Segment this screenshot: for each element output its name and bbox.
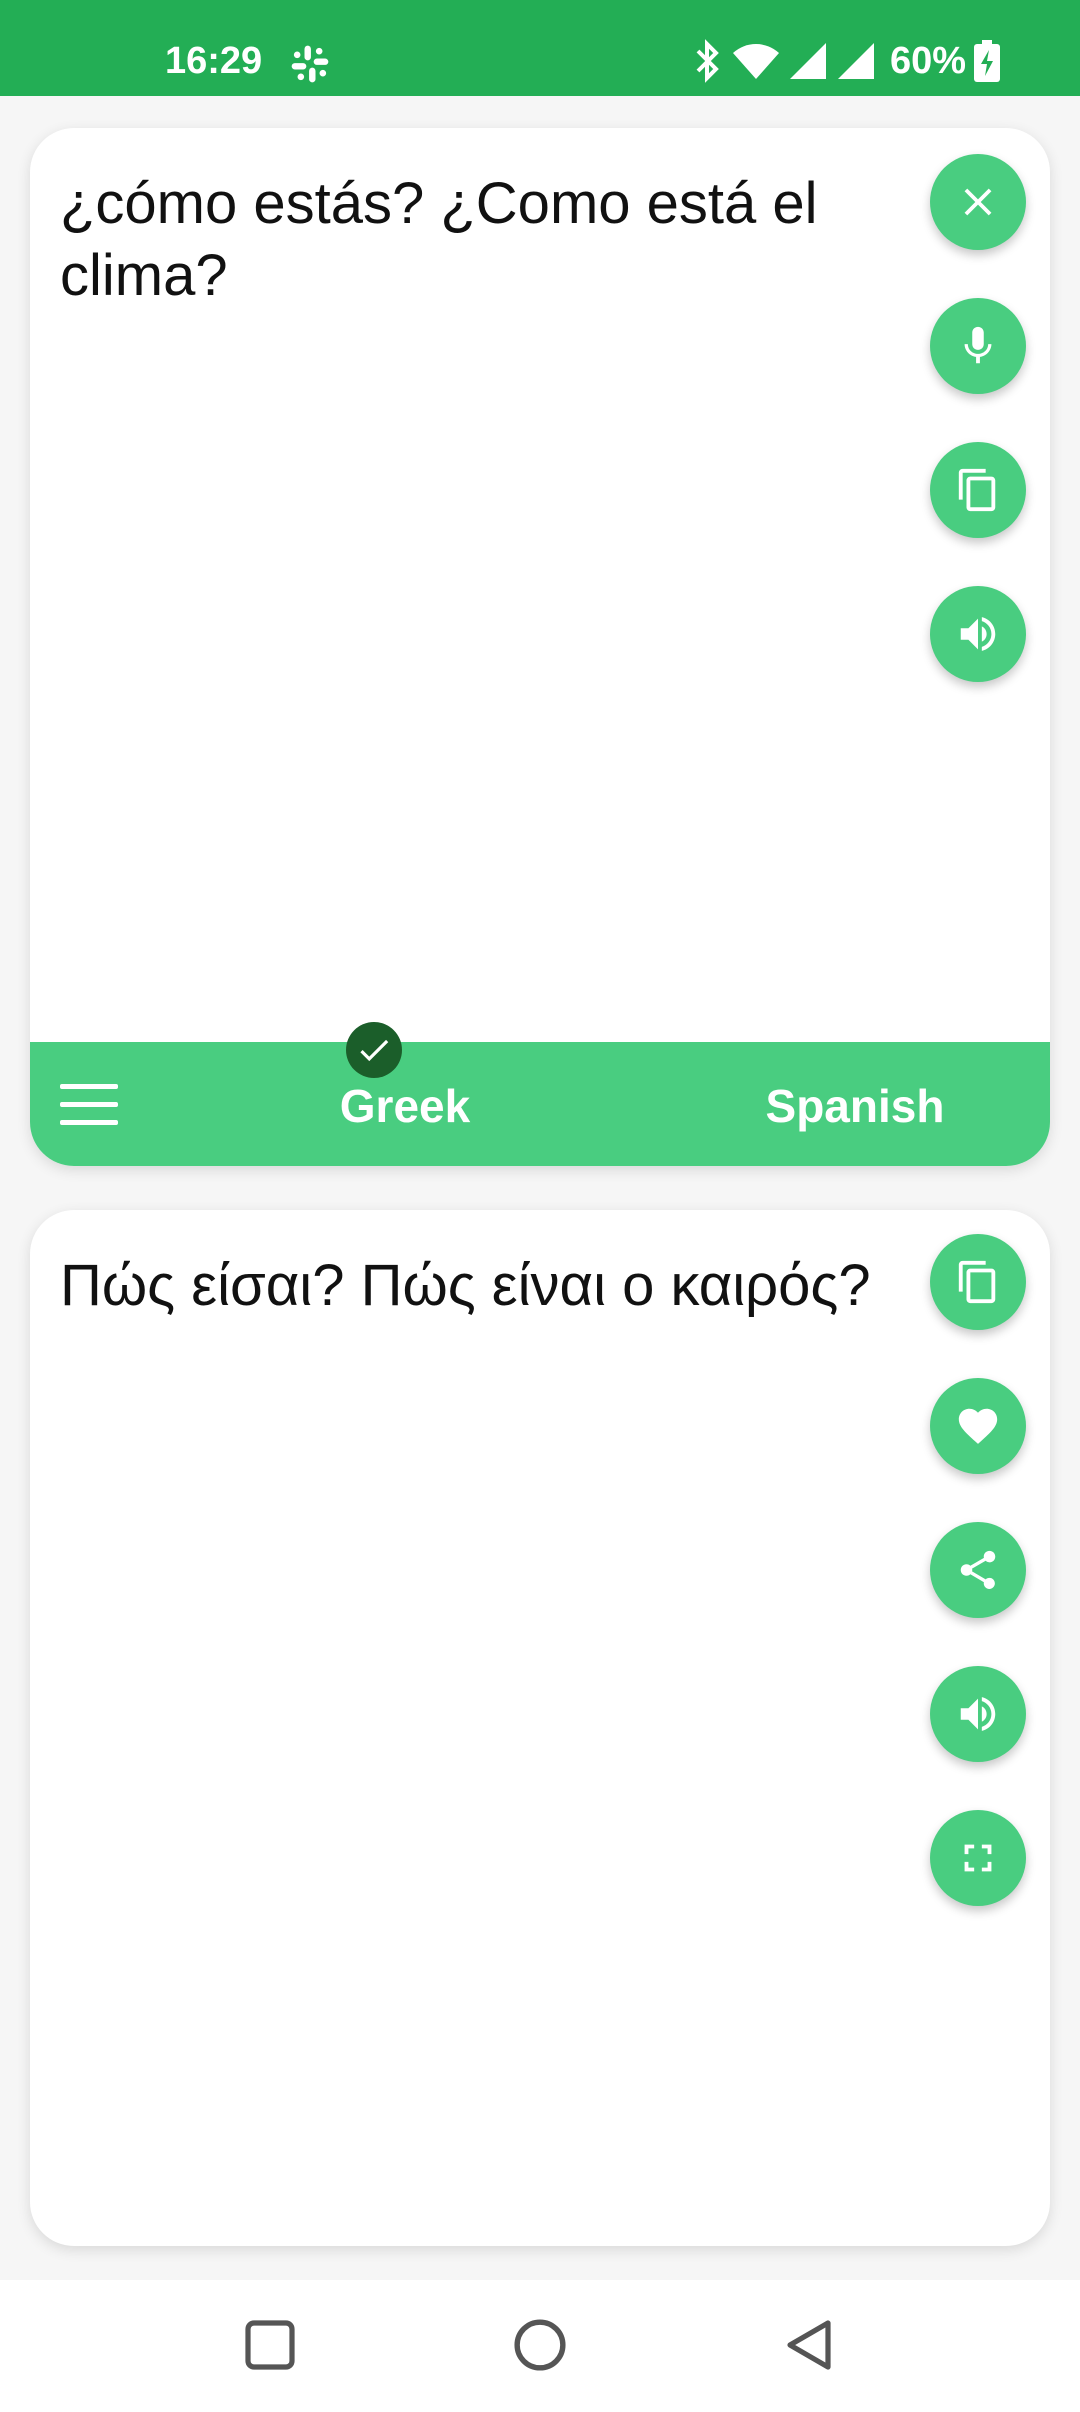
signal-icon bbox=[789, 43, 826, 79]
source-text-input[interactable]: ¿cómo estás? ¿Como está el clima? bbox=[60, 168, 910, 312]
favorite-button[interactable] bbox=[930, 1378, 1026, 1474]
target-language-button[interactable]: Spanish bbox=[680, 1078, 1030, 1134]
speak-source-button[interactable] bbox=[930, 586, 1026, 682]
wifi-icon bbox=[732, 44, 779, 79]
translation-panel: Πώς είσαι? Πώς είναι ο καιρός? bbox=[30, 1210, 1050, 2246]
source-language-button[interactable]: Greek bbox=[230, 1078, 580, 1134]
language-bar: Greek Spanish bbox=[30, 1042, 1050, 1166]
battery-charging-icon bbox=[974, 40, 1000, 82]
battery-percent: 60% bbox=[889, 39, 966, 82]
fullscreen-icon bbox=[964, 1844, 992, 1872]
status-time: 16:29 bbox=[165, 40, 263, 82]
heart-icon bbox=[958, 1408, 998, 1444]
close-icon bbox=[964, 188, 992, 216]
copy-icon bbox=[958, 1260, 996, 1304]
home-button[interactable] bbox=[505, 2310, 575, 2380]
speaker-icon bbox=[960, 617, 996, 651]
mic-icon bbox=[964, 326, 992, 364]
copy-translation-button[interactable] bbox=[930, 1234, 1026, 1330]
clear-button[interactable] bbox=[930, 154, 1026, 250]
copy-icon bbox=[958, 468, 996, 512]
signal-icon bbox=[837, 43, 874, 79]
share-button[interactable] bbox=[930, 1522, 1026, 1618]
recents-button[interactable] bbox=[235, 2310, 305, 2380]
slack-icon bbox=[291, 45, 329, 83]
mic-button[interactable] bbox=[930, 298, 1026, 394]
source-panel: ¿cómo estás? ¿Como está el clima? Greek … bbox=[30, 128, 1050, 1166]
speak-translation-button[interactable] bbox=[930, 1666, 1026, 1762]
copy-source-button[interactable] bbox=[930, 442, 1026, 538]
speaker-icon bbox=[960, 1697, 996, 1731]
check-icon bbox=[346, 1022, 402, 1078]
menu-icon[interactable] bbox=[60, 1084, 118, 1126]
status-icons: 60% bbox=[692, 36, 1000, 86]
bluetooth-icon bbox=[696, 39, 719, 83]
status-bar: 16:29 60% bbox=[0, 0, 1080, 96]
circle-icon bbox=[514, 2319, 566, 2371]
share-icon bbox=[960, 1550, 996, 1589]
navigation-bar bbox=[0, 2280, 1080, 2412]
square-icon bbox=[245, 2320, 295, 2370]
fullscreen-button[interactable] bbox=[930, 1810, 1026, 1906]
back-button[interactable] bbox=[775, 2310, 845, 2380]
translation-text: Πώς είσαι? Πώς είναι ο καιρός? bbox=[60, 1253, 871, 1318]
triangle-back-icon bbox=[787, 2320, 831, 2370]
